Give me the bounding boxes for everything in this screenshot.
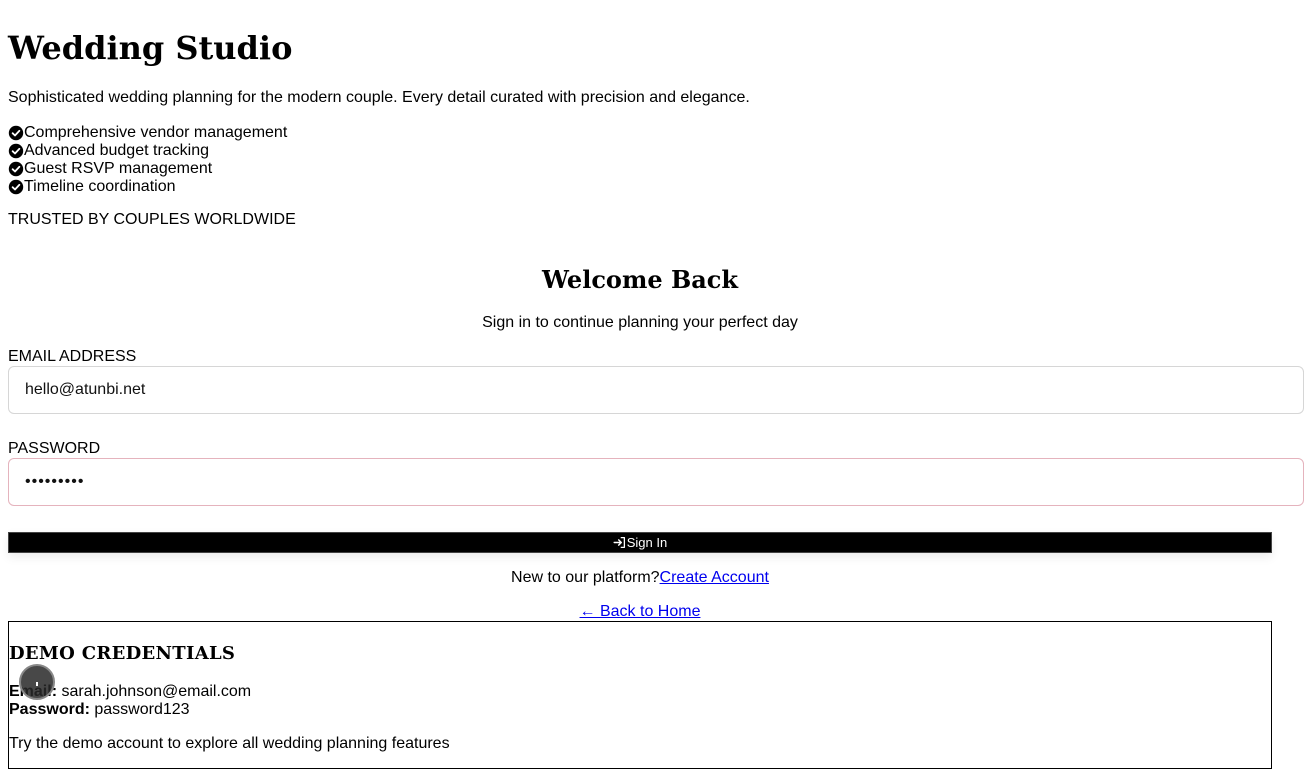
trusted-caption: TRUSTED BY COUPLES WORLDWIDE: [8, 211, 296, 228]
demo-password-row: Password: password123: [9, 701, 190, 719]
demo-note: Try the demo account to explore all wedd…: [9, 735, 450, 752]
password-label: PASSWORD: [8, 440, 101, 457]
login-heading: Welcome Back: [541, 265, 739, 294]
signup-prompt: New to our platform?Create Account: [0, 569, 1280, 587]
feature-item: Comprehensive vendor management: [8, 124, 287, 142]
feature-item: Timeline coordination: [8, 178, 287, 196]
demo-credentials-box: DEMO CREDENTIALS Email: sarah.johnson@em…: [8, 621, 1272, 769]
feature-label: Advanced budget tracking: [24, 142, 210, 159]
demo-heading: DEMO CREDENTIALS: [9, 643, 236, 664]
back-home-row: ← Back to Home: [0, 603, 1280, 621]
page-title: Wedding Studio: [8, 29, 293, 67]
check-circle-icon: [8, 143, 24, 159]
sign-in-icon: [613, 536, 626, 549]
feature-label: Timeline coordination: [24, 178, 176, 195]
demo-password-key: Password:: [9, 701, 90, 718]
sign-in-button[interactable]: Sign In: [8, 532, 1272, 553]
create-account-link[interactable]: Create Account: [660, 569, 769, 586]
check-circle-icon: [8, 161, 24, 177]
feature-list: Comprehensive vendor management Advanced…: [8, 124, 287, 196]
feature-label: Comprehensive vendor management: [24, 124, 288, 141]
login-subtitle: Sign in to continue planning your perfec…: [482, 314, 798, 331]
feature-label: Guest RSVP management: [24, 160, 213, 177]
password-field[interactable]: [8, 458, 1304, 506]
tagline: Sophisticated wedding planning for the m…: [8, 89, 750, 106]
demo-email-value: sarah.johnson@email.com: [61, 683, 252, 700]
email-label: EMAIL ADDRESS: [8, 348, 137, 365]
back-to-home-link[interactable]: ← Back to Home: [580, 603, 701, 620]
feature-item: Guest RSVP management: [8, 160, 287, 178]
email-field[interactable]: [8, 366, 1304, 414]
signup-prompt-text: New to our platform?: [511, 569, 660, 586]
sign-in-label: Sign In: [626, 535, 668, 550]
check-circle-icon: [8, 179, 24, 195]
feature-item: Advanced budget tracking: [8, 142, 287, 160]
check-circle-icon: [8, 125, 24, 141]
cursor-indicator: [19, 664, 55, 700]
demo-password-value: password123: [94, 701, 190, 718]
